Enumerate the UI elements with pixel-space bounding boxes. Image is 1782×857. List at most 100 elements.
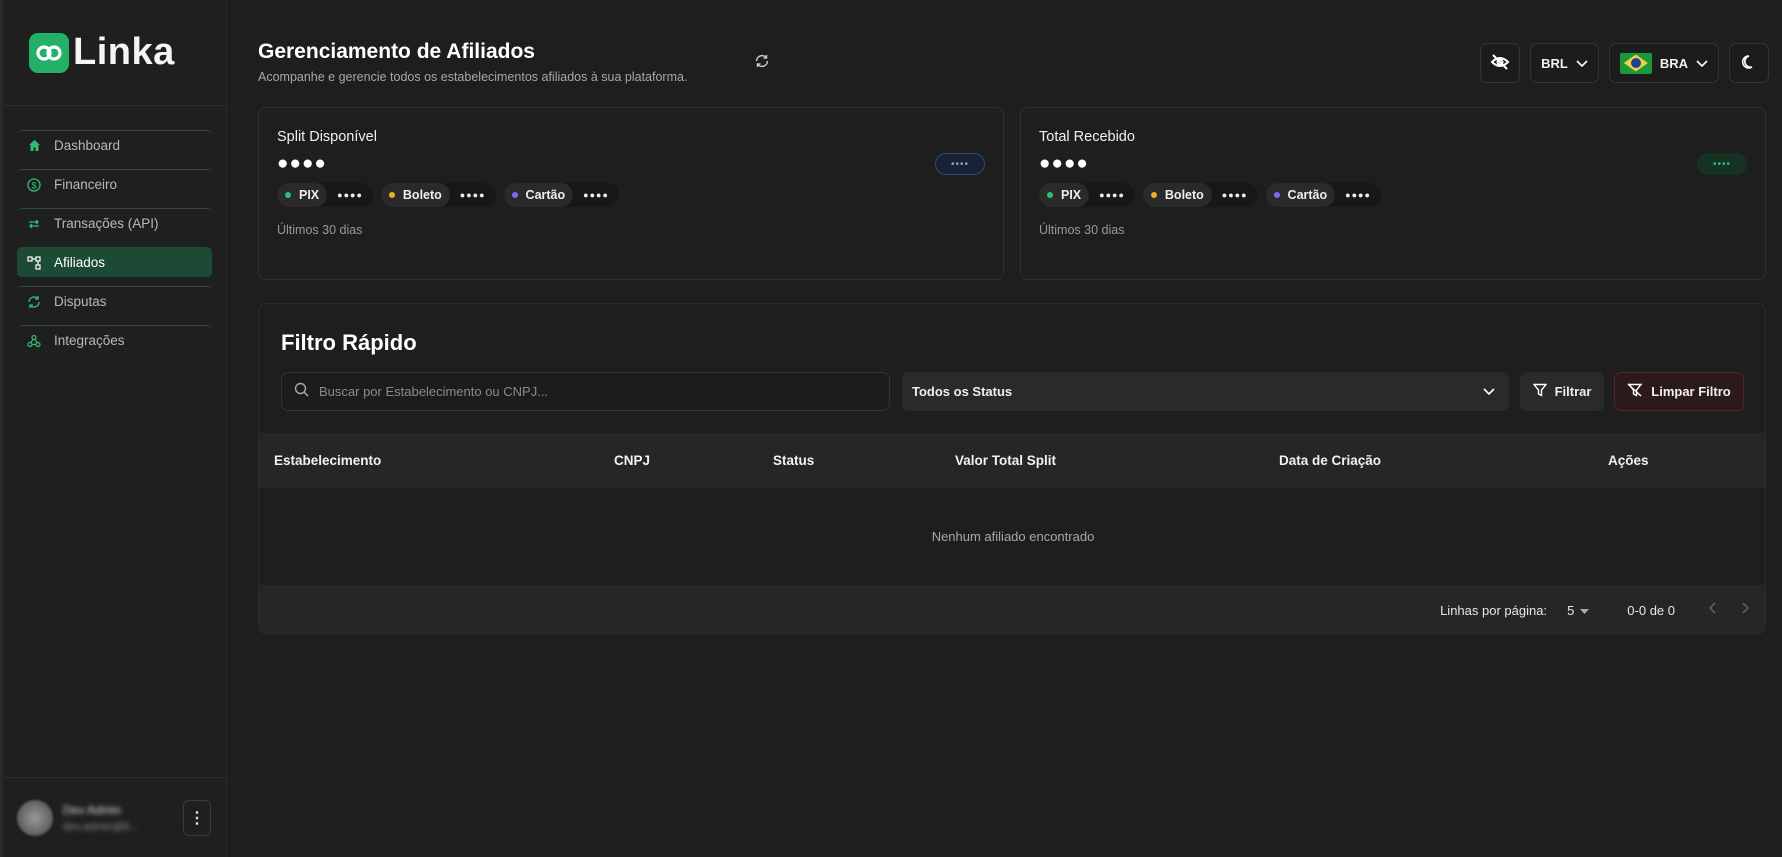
network-icon: [27, 255, 41, 270]
sidebar-item-label: Transações (API): [54, 216, 159, 231]
clear-filter-button[interactable]: Limpar Filtro: [1614, 372, 1744, 411]
sidebar-nav: Dashboard $ Financeiro Transações (API) …: [3, 106, 226, 355]
sidebar-item-transacoes[interactable]: Transações (API): [17, 208, 212, 238]
link-logo-icon: [29, 32, 69, 73]
refresh-icon: [27, 295, 41, 309]
dot-icon: [1273, 192, 1280, 198]
total-recebido-card: Total Recebido ●●●● •••• PIX ●●●● Boleto…: [1020, 107, 1766, 280]
filter-button[interactable]: Filtrar: [1520, 372, 1604, 411]
user-profile[interactable]: Dev Admin dev.admin@li... ⋮: [3, 777, 227, 857]
sidebar-item-afiliados[interactable]: Afiliados: [17, 247, 212, 277]
dot-icon: [388, 192, 395, 198]
search-icon: [294, 382, 309, 402]
theme-toggle-button[interactable]: [1729, 43, 1769, 83]
method-chip-pix: PIX ●●●●: [1039, 183, 1135, 207]
dot-icon: [1047, 192, 1053, 198]
filter-clear-icon: [1627, 383, 1643, 400]
currency-value: BRL: [1541, 55, 1568, 71]
split-disponivel-card: Split Disponível ●●●● •••• PIX ●●●● Bole…: [258, 107, 1004, 280]
sidebar-item-dashboard[interactable]: Dashboard: [17, 130, 212, 160]
chip-value: ●●●●: [583, 190, 609, 200]
method-chip-boleto: Boleto ●●●●: [380, 183, 496, 207]
chip-value: ●●●●: [1099, 190, 1125, 200]
chip-value: ●●●●: [337, 190, 363, 200]
home-icon: [27, 139, 41, 153]
column-header[interactable]: Estabelecimento: [274, 453, 381, 468]
rows-per-page-select[interactable]: 5: [1567, 602, 1590, 618]
country-value: BRA: [1659, 55, 1688, 71]
hide-values-button[interactable]: [1480, 43, 1521, 83]
chevron-down-icon: [1696, 56, 1708, 71]
table-pagination: Linhas por página: 5 0-0 de 0: [259, 585, 1765, 633]
filter-button-label: Filtrar: [1554, 384, 1592, 399]
card-period: Últimos 30 dias: [277, 223, 363, 237]
method-chip-pix: PIX ●●●●: [277, 183, 373, 207]
currency-select[interactable]: BRL: [1530, 43, 1599, 83]
card-title: Total Recebido: [1039, 129, 1135, 145]
status-badge: ••••: [1697, 153, 1747, 175]
more-vertical-icon[interactable]: ⋮: [183, 799, 211, 836]
sidebar-item-label: Integrações: [54, 333, 125, 348]
chip-value: ●●●●: [459, 190, 486, 200]
chevron-right-icon[interactable]: [1741, 601, 1750, 619]
dollar-circle-icon: $: [27, 177, 41, 192]
chip-label: PIX: [299, 188, 320, 202]
pager: [1708, 601, 1750, 619]
column-header[interactable]: Ações: [1608, 453, 1649, 468]
column-header[interactable]: CNPJ: [614, 453, 650, 468]
avatar: [17, 799, 53, 836]
payment-methods: PIX ●●●● Boleto ●●●● Cartão ●●●●: [277, 183, 985, 207]
user-email: dev.admin@li...: [63, 820, 139, 833]
chevron-down-icon: [1576, 56, 1588, 71]
column-header[interactable]: Status: [773, 453, 814, 468]
table-header: Estabelecimento CNPJ Status Valor Total …: [259, 433, 1765, 488]
card-value: ●●●●: [277, 153, 327, 174]
chip-value: ●●●●: [1345, 190, 1371, 200]
chip-label: Boleto: [1164, 188, 1204, 202]
sidebar-item-financeiro[interactable]: $ Financeiro: [17, 169, 212, 199]
method-chip-cartao: Cartão ●●●●: [1265, 183, 1381, 207]
pagination-range: 0-0 de 0: [1627, 602, 1675, 618]
filter-title: Filtro Rápido: [281, 330, 417, 355]
column-header[interactable]: Valor Total Split: [955, 453, 1056, 468]
refresh-icon[interactable]: [753, 52, 773, 72]
webhook-icon: [27, 334, 41, 348]
user-name: Dev Admin: [63, 802, 122, 817]
logo[interactable]: Linka: [3, 0, 226, 106]
card-value: ●●●●: [1039, 153, 1089, 174]
card-title: Split Disponível: [277, 129, 377, 145]
brazil-flag-icon: [1619, 52, 1652, 74]
empty-state: Nenhum afiliado encontrado: [931, 529, 1095, 544]
card-period: Últimos 30 dias: [1039, 223, 1125, 237]
rows-per-page-label: Linhas por página:: [1440, 602, 1548, 618]
column-header[interactable]: Data de Criação: [1279, 453, 1381, 468]
search-input[interactable]: [319, 384, 879, 399]
sidebar-item-label: Afiliados: [54, 255, 106, 270]
status-badge: ••••: [935, 153, 985, 175]
status-select-value: Todos os Status: [912, 384, 1013, 399]
arrows-exchange-icon: [27, 217, 41, 231]
status-select[interactable]: Todos os Status: [902, 372, 1509, 411]
search-field[interactable]: [281, 372, 890, 411]
svg-text:$: $: [31, 180, 36, 190]
sidebar-item-integracoes[interactable]: Integrações: [17, 325, 212, 355]
method-chip-cartao: Cartão ●●●●: [503, 183, 619, 207]
page-title: Gerenciamento de Afiliados: [258, 40, 535, 63]
chip-label: PIX: [1061, 188, 1082, 202]
sidebar-item-label: Financeiro: [54, 177, 118, 192]
rows-per-page-value: 5: [1567, 602, 1575, 618]
eye-off-icon: [1490, 53, 1510, 73]
dot-icon: [1150, 192, 1157, 198]
top-controls: BRL BRA: [1480, 43, 1769, 83]
chevron-left-icon[interactable]: [1708, 601, 1717, 619]
clear-filter-label: Limpar Filtro: [1651, 384, 1731, 399]
chip-label: Cartão: [525, 188, 566, 202]
country-select[interactable]: BRA: [1608, 43, 1719, 83]
sidebar-item-disputas[interactable]: Disputas: [17, 286, 212, 316]
moon-icon: [1741, 54, 1757, 73]
user-info: Dev Admin dev.admin@li...: [63, 803, 138, 833]
filter-icon: [1532, 383, 1548, 400]
method-chip-boleto: Boleto ●●●●: [1142, 183, 1258, 207]
caret-down-icon: [1580, 603, 1590, 618]
sidebar-item-label: Disputas: [54, 294, 107, 309]
